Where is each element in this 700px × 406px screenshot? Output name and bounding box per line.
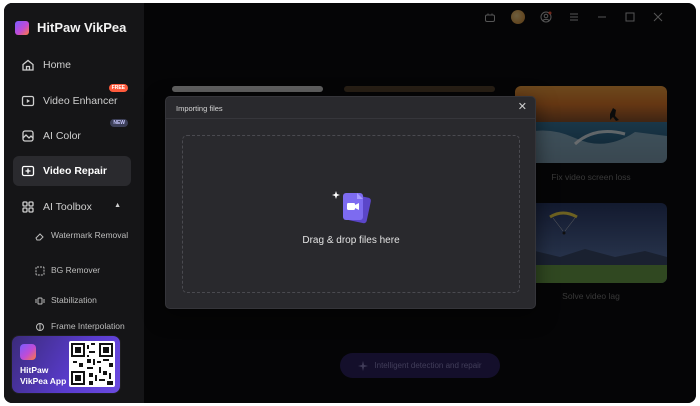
sidebar-item-ai-toolbox[interactable]: AI Toolbox ▲	[13, 192, 131, 222]
avatar[interactable]	[510, 9, 526, 25]
toolbox-item-stabilization[interactable]: Stabilization	[35, 295, 135, 306]
toolbox-item-bg-remover[interactable]: BG Remover	[35, 265, 135, 276]
sidebar-item-video-repair[interactable]: Video Repair	[13, 156, 131, 186]
home-icon	[21, 58, 35, 72]
drop-label: Drag & drop files here	[302, 234, 400, 246]
maximize-icon[interactable]	[622, 9, 638, 25]
app-logo-icon	[15, 20, 29, 35]
video-repair-icon	[21, 164, 35, 178]
toolbox-icon	[21, 200, 35, 214]
repair-card-screen-loss[interactable]	[515, 86, 667, 163]
sidebar-item-ai-color[interactable]: AI Color NEW	[13, 119, 131, 151]
close-icon[interactable]: ✕	[518, 102, 527, 113]
eraser-icon	[35, 231, 45, 241]
repair-card-2[interactable]	[344, 86, 495, 92]
sidebar: HitPaw VikPea Home Video Enhancer FREE A…	[4, 3, 144, 403]
importing-files-dialog: Importing files ✕ Drag & drop files here	[165, 96, 536, 309]
frame-interpolation-icon	[35, 322, 45, 332]
user-avatar-icon	[511, 10, 525, 24]
app-name: HitPaw VikPea	[37, 20, 127, 35]
sparkle-icon	[358, 360, 369, 371]
sidebar-item-label: AI Toolbox	[43, 201, 92, 213]
brand: HitPaw VikPea	[15, 20, 126, 35]
free-badge: FREE	[108, 84, 128, 92]
repair-card-1[interactable]	[172, 86, 323, 92]
sidebar-item-label: Home	[43, 59, 72, 71]
new-badge: NEW	[110, 119, 128, 127]
titlebar	[482, 9, 666, 25]
chevron-up-icon: ▲	[114, 202, 121, 209]
qr-code-icon	[69, 341, 115, 387]
toolbox-item-watermark-removal[interactable]: Watermark Removal	[35, 230, 135, 241]
toolbox-item-label: BG Remover	[51, 265, 101, 275]
app-window: HitPaw VikPea Home Video Enhancer FREE A…	[4, 3, 696, 403]
toolbox-item-label: Stabilization	[51, 295, 97, 305]
detect-button-label: Intelligent detection and repair	[374, 361, 482, 370]
video-file-icon	[329, 187, 373, 227]
app-promo-label: HitPaw VikPea App	[20, 365, 67, 386]
paraglider-thumbnail	[515, 203, 667, 283]
sidebar-item-video-enhancer[interactable]: Video Enhancer FREE	[13, 84, 131, 116]
repair-card-video-lag[interactable]	[515, 203, 667, 283]
app-logo-icon	[20, 344, 36, 360]
dialog-header: Importing files ✕	[166, 97, 535, 119]
app-promo-card[interactable]: HitPaw VikPea App	[12, 336, 120, 393]
close-window-icon[interactable]	[650, 9, 666, 25]
video-enhancer-icon	[21, 94, 35, 108]
toolbox-item-frame-interpolation[interactable]: Frame Interpolation	[35, 321, 135, 333]
drop-zone[interactable]: Drag & drop files here	[182, 135, 520, 293]
gift-icon[interactable]	[482, 9, 498, 25]
sidebar-item-label: AI Color	[43, 130, 81, 142]
dialog-title: Importing files	[176, 104, 223, 113]
menu-icon[interactable]	[566, 9, 582, 25]
bg-remover-icon	[35, 266, 45, 276]
stabilization-icon	[35, 296, 45, 306]
sidebar-item-home[interactable]: Home	[13, 50, 131, 80]
toolbox-item-label: Frame Interpolation	[51, 321, 125, 331]
account-icon[interactable]	[538, 9, 554, 25]
sidebar-item-label: Video Enhancer	[43, 95, 118, 107]
toolbox-item-label: Watermark Removal	[51, 230, 129, 240]
sidebar-item-label: Video Repair	[43, 165, 107, 177]
minimize-icon[interactable]	[594, 9, 610, 25]
surf-thumbnail	[515, 86, 667, 163]
intelligent-detection-button[interactable]: Intelligent detection and repair	[340, 353, 500, 378]
ai-color-icon	[21, 129, 35, 143]
